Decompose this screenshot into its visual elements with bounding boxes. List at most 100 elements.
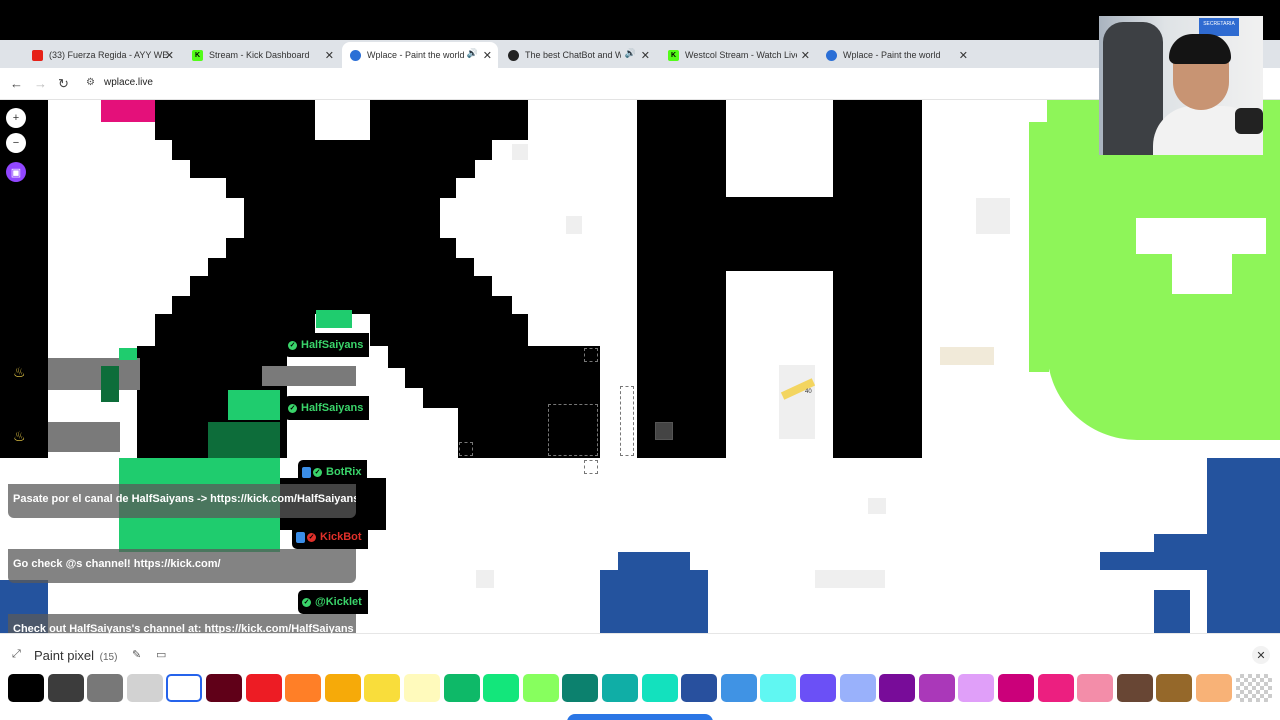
microphone — [1235, 108, 1263, 134]
selection-marker[interactable] — [620, 386, 634, 456]
globe-icon — [826, 49, 837, 61]
tab-title: Wplace - Paint the world — [367, 50, 465, 60]
webcam-overlay: SECRETARIA — [1099, 16, 1263, 155]
top-black-bar — [0, 0, 1280, 40]
kick-icon: K — [668, 49, 679, 61]
pixel-region — [48, 358, 140, 390]
color-swatch[interactable] — [998, 674, 1034, 702]
pencil-icon[interactable]: ✎ — [132, 648, 141, 661]
color-swatch[interactable] — [839, 674, 876, 702]
selection-marker[interactable] — [459, 442, 473, 456]
color-swatch[interactable] — [324, 674, 361, 702]
verified-icon: ✓ — [288, 403, 297, 413]
pixel-region — [637, 100, 726, 458]
color-swatch[interactable] — [681, 674, 718, 702]
pixel-region — [726, 104, 832, 197]
address-bar: ← → ↻ ⚙ wplace.live — [0, 68, 1280, 100]
twitch-icon[interactable]: ▣ — [6, 162, 26, 182]
cursor-target-pixel[interactable] — [655, 422, 673, 440]
eraser-icon[interactable]: ▭ — [156, 648, 166, 661]
url-text[interactable]: wplace.live — [104, 77, 153, 88]
color-swatch[interactable] — [443, 674, 480, 702]
pixel-region — [1207, 458, 1280, 633]
tab-title: (33) Fuerza Regida - AYY WEYY — [49, 50, 169, 60]
tab-title: Westcol Stream - Watch Live o — [685, 50, 797, 60]
color-swatch[interactable] — [800, 674, 836, 702]
close-tab-icon[interactable]: ✕ — [325, 49, 334, 62]
chat-message: Go check @s channel! https://kick.com/ — [8, 549, 356, 583]
color-swatch[interactable] — [1196, 674, 1232, 702]
color-swatch[interactable] — [720, 674, 757, 702]
color-swatch[interactable] — [1077, 674, 1114, 702]
close-paint-button[interactable]: ✕ — [1252, 646, 1270, 664]
color-swatch[interactable] — [522, 674, 559, 702]
pixel-region — [868, 498, 886, 514]
close-tab-icon[interactable]: ✕ — [641, 49, 650, 62]
color-swatch[interactable] — [483, 674, 520, 702]
color-swatch[interactable] — [641, 674, 678, 702]
color-swatch[interactable] — [87, 674, 124, 702]
pixel-region — [618, 552, 690, 570]
color-swatch[interactable] — [1037, 674, 1074, 702]
close-tab-icon[interactable]: ✕ — [959, 49, 968, 62]
color-swatch[interactable] — [166, 674, 203, 702]
browser-tab-wplace-active[interactable]: Wplace - Paint the world 🔊 ✕ — [342, 42, 498, 68]
color-swatch[interactable] — [8, 674, 44, 702]
pixel-region — [1154, 534, 1208, 552]
audio-playing-icon[interactable]: 🔊 — [467, 48, 478, 59]
selection-marker[interactable] — [584, 348, 598, 362]
close-tab-icon[interactable]: ✕ — [801, 49, 810, 62]
map-road-number: 40 — [805, 389, 812, 395]
forward-arrow-icon[interactable]: → — [34, 76, 47, 91]
color-swatch[interactable] — [879, 674, 916, 702]
pixel-region — [101, 366, 119, 402]
tab-title: Wplace - Paint the world — [843, 50, 941, 60]
pixel-region — [226, 238, 456, 258]
close-tab-icon[interactable]: ✕ — [483, 49, 492, 62]
color-swatch[interactable] — [404, 674, 440, 702]
selection-marker[interactable] — [548, 404, 598, 456]
color-swatch[interactable] — [958, 674, 995, 702]
close-tab-icon[interactable]: ✕ — [165, 49, 174, 62]
reload-icon[interactable]: ↻ — [58, 76, 69, 92]
browser-tab-wplace-2[interactable]: Wplace - Paint the world ✕ — [818, 42, 974, 68]
color-swatch[interactable] — [47, 674, 84, 702]
pixel-region — [208, 422, 280, 458]
pixel-region — [388, 346, 600, 368]
audio-playing-icon[interactable]: 🔊 — [625, 48, 636, 59]
color-swatch[interactable] — [562, 674, 599, 702]
color-swatch[interactable] — [364, 674, 401, 702]
color-swatch[interactable] — [918, 674, 955, 702]
back-arrow-icon[interactable]: ← — [10, 76, 23, 91]
browser-tab-chatbot[interactable]: The best ChatBot and Widg 🔊 ✕ — [500, 42, 656, 68]
color-swatch[interactable] — [206, 674, 242, 702]
bot-icon — [508, 49, 519, 61]
color-swatch[interactable] — [1116, 674, 1153, 702]
zoom-out-button[interactable]: − — [6, 133, 26, 153]
pixel-region — [600, 570, 708, 633]
flame-icon: ♨ — [13, 428, 26, 444]
pixel-region — [190, 160, 475, 178]
zoom-in-button[interactable]: + — [6, 108, 26, 128]
color-swatch[interactable] — [245, 674, 282, 702]
pixel-region — [316, 310, 352, 328]
selection-marker[interactable] — [584, 460, 598, 474]
flame-icon: ♨ — [13, 364, 26, 380]
color-swatch[interactable] — [285, 674, 322, 702]
pixel-canvas[interactable]: 40 + − ▣ ♨ ♨ ✓ HalfSaiyans ✓ HalfSaiyans… — [0, 100, 1280, 633]
pixel-region — [815, 570, 885, 588]
paint-button[interactable] — [567, 714, 713, 720]
pixel-region — [405, 368, 600, 388]
color-swatch[interactable] — [760, 674, 797, 702]
color-swatch[interactable] — [126, 674, 163, 702]
expand-icon[interactable]: ⤢ — [12, 648, 21, 661]
color-swatch[interactable] — [602, 674, 638, 702]
browser-tab-kick-dashboard[interactable]: K Stream - Kick Dashboard ✕ — [184, 42, 340, 68]
color-swatch[interactable] — [1156, 674, 1193, 702]
browser-tab-youtube[interactable]: (33) Fuerza Regida - AYY WEYY ✕ — [24, 42, 180, 68]
color-swatch[interactable] — [1235, 674, 1272, 702]
pixel-region — [48, 422, 120, 452]
browser-tab-westcol[interactable]: K Westcol Stream - Watch Live o ✕ — [660, 42, 816, 68]
site-info-icon[interactable]: ⚙ — [86, 77, 95, 88]
pixel-region — [566, 216, 582, 234]
